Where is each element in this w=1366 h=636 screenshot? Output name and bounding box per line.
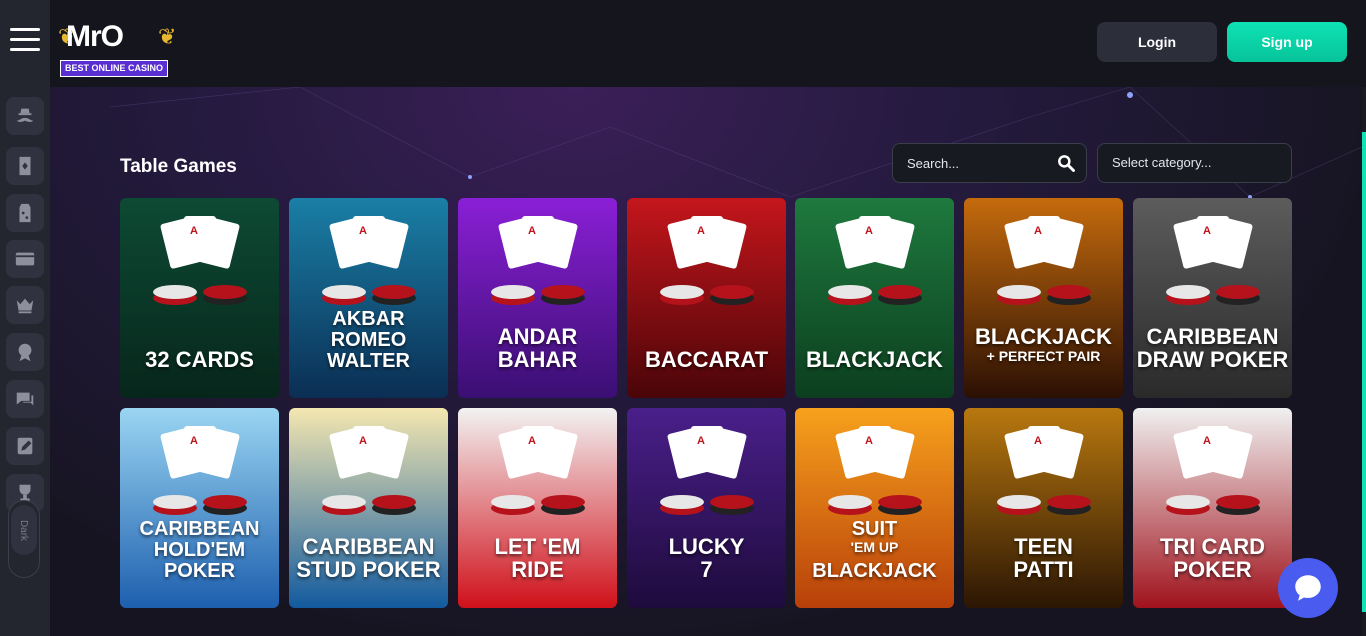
game-tile[interactable]: A 32 CARDS [120,198,279,398]
game-title-line-2: + PERFECT PAIR [986,348,1101,364]
game-title-line-1: 32 CARDS [145,347,254,372]
section-title: Table Games [120,156,237,177]
game-tile[interactable]: A ANDAR BAHAR [458,198,617,398]
game-title-line-1: CARIBBEAN [1146,324,1279,349]
svg-text:A: A [359,225,367,237]
game-tile[interactable]: A BACCARAT [627,198,786,398]
main-content: Table Games Select category... A 32 CARDS… [50,87,1362,636]
chat-widget-icon [1295,575,1321,601]
game-title-line-1: BLACKJACK [975,324,1112,349]
game-title-line-2: POKER [1173,557,1252,582]
game-tile[interactable]: A TRI CARD POKER [1133,408,1292,608]
game-title-line-1: ANDAR [497,324,578,349]
game-title-line-1: SUIT [851,518,898,540]
game-title-line-2: STUD POKER [296,557,441,582]
game-title-line-2: BAHAR [497,347,578,372]
login-button[interactable]: Login [1097,22,1217,62]
svg-text:A: A [528,435,536,447]
game-title-line-2: DRAW POKER [1136,347,1289,372]
game-title-line-1: AKBAR [332,308,405,330]
game-title-line-1: CARIBBEAN [302,534,435,559]
game-tile[interactable]: A CARIBBEAN STUD POKER [289,408,448,608]
game-title-line-2: 7 [700,557,713,582]
svg-text:A: A [1034,225,1042,237]
game-tile[interactable]: A SUIT 'EM UP BLACKJACK [795,408,954,608]
game-artwork: A [964,198,1123,398]
game-title-line-2: RIDE [511,557,564,582]
game-tile[interactable]: A BLACKJACK + PERFECT PAIR [964,198,1123,398]
edit-note-icon[interactable] [6,427,44,465]
game-title-line-2: 'EM UP [850,539,899,555]
award-icon[interactable] [6,333,44,371]
search-input[interactable] [907,144,1057,182]
game-tile[interactable]: A CARIBBEAN HOLD'EM POKER [120,408,279,608]
laurel-right-icon: ❦ [158,24,177,49]
svg-text:A: A [359,435,367,447]
top-header: ❦ MrO ❦ BEST ONLINE CASINO Login Sign up [50,0,1366,87]
game-tile[interactable]: A LET 'EM RIDE [458,408,617,608]
svg-text:A: A [190,225,198,237]
svg-text:A: A [697,435,705,447]
svg-text:A: A [865,225,873,237]
site-logo[interactable]: ❦ MrO ❦ BEST ONLINE CASINO [58,16,177,78]
svg-text:A: A [1203,225,1211,237]
crown-icon[interactable] [6,286,44,324]
menu-icon[interactable] [10,28,40,52]
game-tile[interactable]: A BLACKJACK [795,198,954,398]
svg-text:A: A [865,435,873,447]
game-title-line-3: BLACKJACK [812,560,937,582]
svg-text:A: A [528,225,536,237]
mustache-icon[interactable] [6,97,44,135]
theme-toggle-knob: Dark [11,505,37,555]
scrollbar-thumb[interactable] [1362,132,1366,612]
category-select[interactable]: Select category... [1097,143,1292,183]
game-tile[interactable]: A LUCKY 7 [627,408,786,608]
card-icon[interactable] [6,147,44,185]
svg-text:A: A [190,435,198,447]
logo-text: MrO [66,20,124,53]
theme-label: Dark [18,519,30,541]
game-tile[interactable]: A AKBAR ROMEO WALTER [289,198,448,398]
game-title-line-3: POKER [163,560,236,582]
theme-toggle[interactable]: Dark [8,500,40,578]
game-title-line-2: HOLD'EM [153,539,246,561]
chat-widget-button[interactable] [1278,558,1338,618]
svg-text:A: A [1034,435,1042,447]
credit-card-icon[interactable] [6,240,44,278]
svg-text:A: A [1203,435,1211,447]
game-title-line-1: TRI CARD [1159,534,1266,559]
chat-bubbles-icon[interactable] [6,380,44,418]
signup-button[interactable]: Sign up [1227,22,1347,62]
game-title-line-1: CARIBBEAN [139,518,260,540]
game-title-line-1: LUCKY [668,534,745,559]
game-title-line-3: WALTER [327,350,410,372]
game-tile[interactable]: A TEEN PATTI [964,408,1123,608]
search-box [892,143,1087,183]
game-title-line-2: ROMEO [330,329,407,351]
logo-tagline: BEST ONLINE CASINO [60,60,169,77]
percent-tag-icon[interactable] [6,194,44,232]
svg-text:A: A [697,225,705,237]
game-title-line-1: BACCARAT [644,347,769,372]
game-title-line-2: PATTI [1013,557,1074,582]
game-title-line-1: BLACKJACK [806,347,943,372]
scrollbar[interactable] [1362,87,1366,636]
game-title-line-1: LET 'EM [494,534,581,559]
game-title-line-1: TEEN [1014,534,1073,559]
search-icon[interactable] [1056,153,1076,173]
sidebar: Dark [0,0,50,636]
game-tile[interactable]: A CARIBBEAN DRAW POKER [1133,198,1292,398]
